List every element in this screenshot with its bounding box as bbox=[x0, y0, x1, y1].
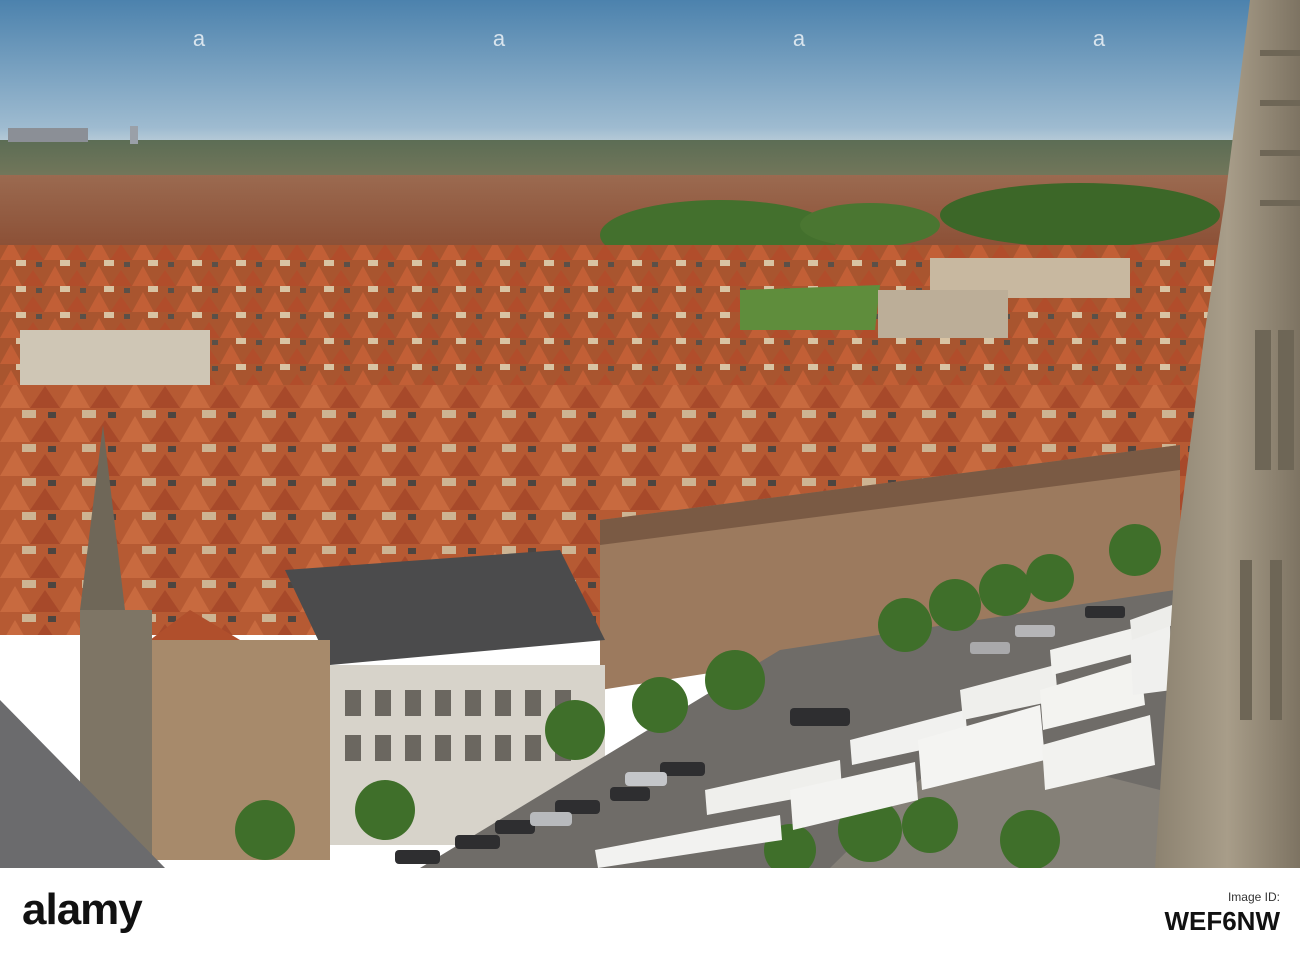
image-id-label: Image ID: bbox=[1227, 890, 1280, 905]
tree-cluster bbox=[940, 183, 1220, 247]
watermark-mark: a bbox=[1092, 26, 1106, 51]
watermark-mark: a bbox=[192, 26, 206, 51]
watermark-mark: a bbox=[492, 26, 506, 51]
distant-building bbox=[8, 128, 88, 142]
tree-cluster bbox=[800, 203, 940, 247]
distant-tower bbox=[130, 126, 138, 144]
building bbox=[878, 290, 1008, 338]
slate-roof bbox=[285, 550, 605, 665]
photo bbox=[0, 0, 1300, 868]
playing-field bbox=[740, 285, 880, 330]
image-id-value: WEF6NW bbox=[1164, 906, 1280, 937]
sky bbox=[0, 0, 1300, 150]
building bbox=[20, 330, 210, 385]
watermark-mark: a bbox=[792, 26, 806, 51]
alamy-logo: alamy bbox=[22, 885, 143, 934]
image-id-block: Image ID: WEF6NW bbox=[1040, 884, 1280, 944]
